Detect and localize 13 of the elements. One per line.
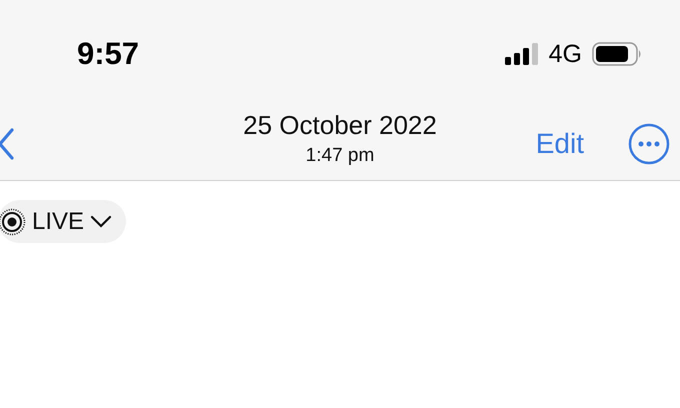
live-button[interactable]: LIVE xyxy=(0,200,126,243)
signal-icon xyxy=(504,43,539,65)
nav-title: 25 October 2022 xyxy=(243,110,437,141)
network-label: 4G xyxy=(548,40,582,68)
back-chevron-icon xyxy=(0,127,14,161)
edit-button[interactable]: Edit xyxy=(536,128,584,160)
live-photo-icon xyxy=(0,208,26,236)
status-time: 9:57 xyxy=(77,36,140,72)
more-icon[interactable] xyxy=(628,123,670,165)
back-button[interactable] xyxy=(0,127,14,161)
chevron-down-icon xyxy=(90,214,112,228)
nav-subtitle: 1:47 pm xyxy=(306,145,374,167)
battery-icon xyxy=(592,42,642,66)
